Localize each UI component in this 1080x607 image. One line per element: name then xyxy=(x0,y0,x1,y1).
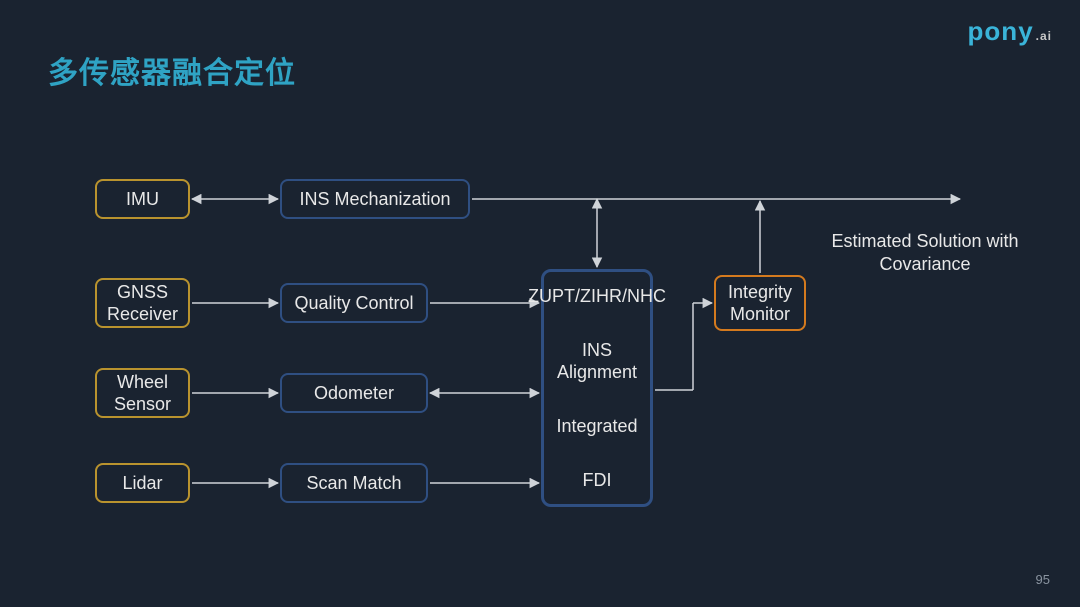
fusion-line-zupt: ZUPT/ZIHR/NHC xyxy=(528,285,666,308)
node-fusion-labels: ZUPT/ZIHR/NHC INS Alignment Integrated F… xyxy=(541,269,653,507)
logo: pony.ai xyxy=(968,16,1052,47)
fusion-line-fdi: FDI xyxy=(583,469,612,492)
node-wheel-sensor: Wheel Sensor xyxy=(95,368,190,418)
node-imu: IMU xyxy=(95,179,190,219)
node-scan-match: Scan Match xyxy=(280,463,428,503)
node-quality-control: Quality Control xyxy=(280,283,428,323)
node-integrity-monitor: Integrity Monitor xyxy=(714,275,806,331)
node-odometer: Odometer xyxy=(280,373,428,413)
fusion-line-ins-alignment: INS Alignment xyxy=(541,339,653,384)
page-number: 95 xyxy=(1036,572,1050,587)
logo-suffix: .ai xyxy=(1036,29,1052,43)
fusion-line-integrated: Integrated xyxy=(556,415,637,438)
logo-brand: pony xyxy=(968,16,1034,46)
node-gnss-receiver: GNSS Receiver xyxy=(95,278,190,328)
output-label: Estimated Solution with Covariance xyxy=(830,230,1020,277)
slide-title: 多传感器融合定位 xyxy=(48,48,296,92)
node-ins-mechanization: INS Mechanization xyxy=(280,179,470,219)
node-lidar: Lidar xyxy=(95,463,190,503)
